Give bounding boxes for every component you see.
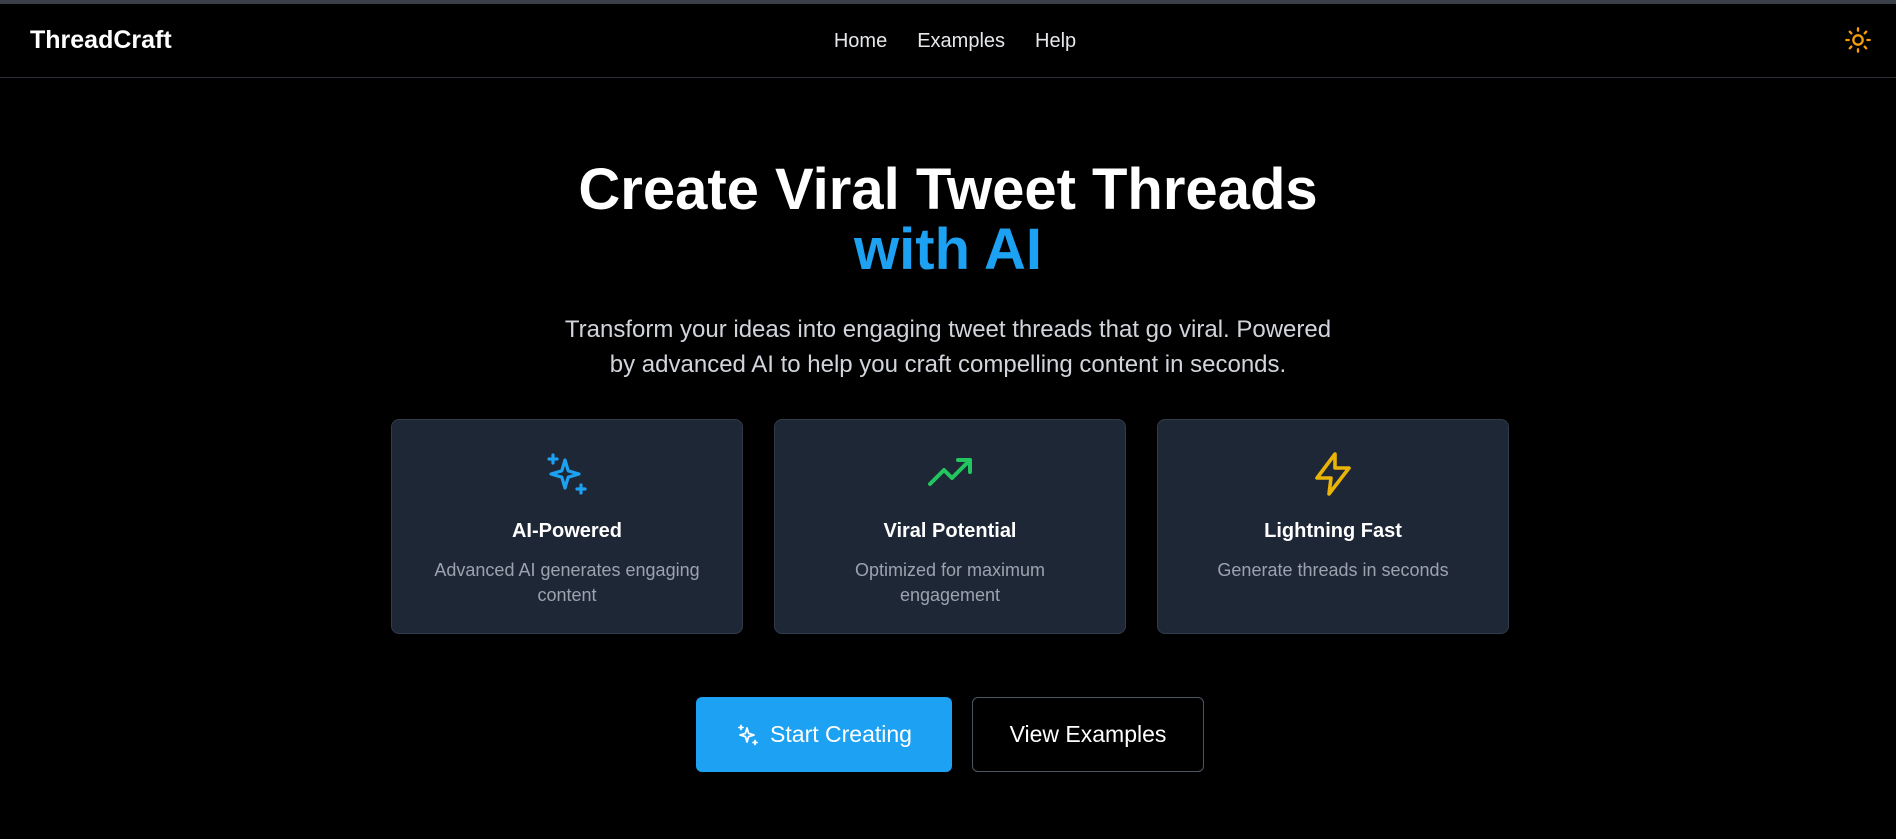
sparkles-icon — [547, 453, 587, 495]
hero-title: Create Viral Tweet Threads with AI — [0, 160, 1896, 280]
feature-card-viral-potential: Viral Potential Optimized for maximum en… — [774, 419, 1126, 634]
trending-up-icon — [928, 458, 972, 486]
hero-subtitle: Transform your ideas into engaging tweet… — [548, 312, 1348, 382]
lightning-icon — [1315, 452, 1351, 496]
feature-title: Lightning Fast — [1264, 520, 1402, 542]
sparkles-icon — [738, 724, 758, 745]
navbar: ThreadCraft Home Examples Help — [0, 4, 1896, 78]
hero-title-line1: Create Viral Tweet Threads — [578, 157, 1318, 222]
hero-title-highlight: with AI — [854, 217, 1042, 282]
sun-icon — [1845, 27, 1871, 53]
start-creating-label: Start Creating — [770, 721, 912, 747]
theme-toggle-button[interactable] — [1844, 26, 1872, 54]
feature-card-ai-powered: AI-Powered Advanced AI generates engagin… — [391, 419, 743, 634]
start-creating-button[interactable]: Start Creating — [696, 697, 952, 772]
nav-links: Home Examples Help — [0, 30, 1896, 53]
feature-card-lightning-fast: Lightning Fast Generate threads in secon… — [1157, 419, 1509, 634]
feature-description: Generate threads in seconds — [1217, 560, 1449, 580]
nav-link-help[interactable]: Help — [1035, 30, 1076, 53]
hero-subtitle-line1: Transform your ideas into engaging tweet… — [564, 316, 1332, 343]
view-examples-label: View Examples — [1009, 721, 1167, 747]
nav-link-examples[interactable]: Examples — [917, 30, 1005, 53]
feature-description: Optimized for maximum engagement — [854, 560, 1046, 605]
feature-title: Viral Potential — [883, 520, 1017, 542]
view-examples-button[interactable]: View Examples — [972, 697, 1204, 772]
hero-subtitle-line2: by advanced AI to help you craft compell… — [609, 351, 1287, 378]
feature-description: Advanced AI generates engaging content — [434, 560, 700, 605]
feature-title: AI-Powered — [511, 520, 623, 542]
feature-cards: AI-Powered Advanced AI generates engagin… — [391, 419, 1509, 634]
cta-actions: Start Creating View Examples — [696, 697, 1204, 772]
nav-link-home[interactable]: Home — [834, 30, 887, 53]
